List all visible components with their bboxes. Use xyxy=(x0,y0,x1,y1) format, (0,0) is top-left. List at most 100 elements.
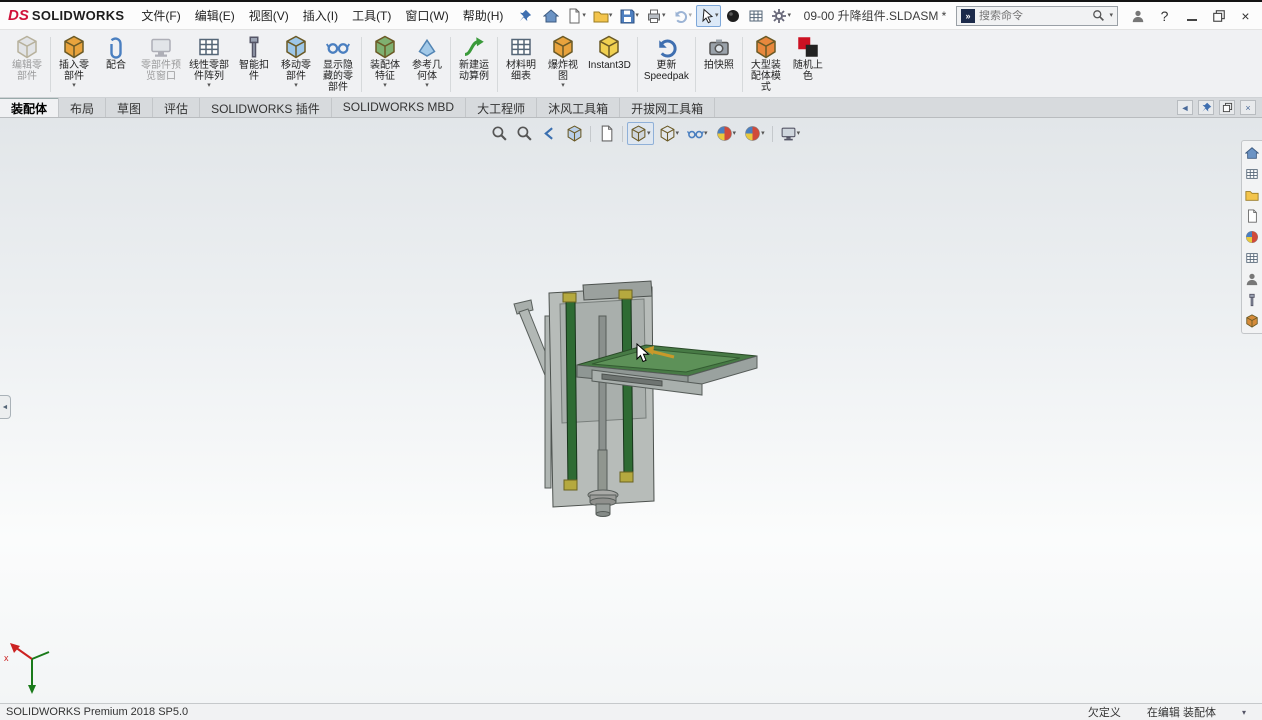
open-button[interactable]: ▾ xyxy=(590,5,616,27)
ribbon-button-component-preview[interactable]: 零部件预 览窗口 xyxy=(137,32,185,97)
menu-edit[interactable]: 编辑(E) xyxy=(188,2,242,29)
ribbon-button-assembly-features[interactable]: 装配体 特征 ▾ xyxy=(364,32,406,97)
status-right-group: 欠定义 在编辑 装配体 ▾ xyxy=(1088,704,1256,720)
menu-window[interactable]: 窗口(W) xyxy=(398,2,455,29)
ribbon-button-exploded-view[interactable]: 爆炸视 图 ▾ xyxy=(542,32,584,97)
graphics-viewport[interactable]: ▾ ▾ ▾ ▾ ▾ ▾ ◄ x xyxy=(0,118,1262,703)
taskpane-resources-button[interactable] xyxy=(1242,144,1261,162)
model-rail-left xyxy=(565,299,578,490)
ribbon-button-move-component[interactable]: 移动零 部件 ▾ xyxy=(275,32,317,97)
restore-button[interactable] xyxy=(1205,4,1232,28)
ribbon-pin-icon[interactable] xyxy=(1198,100,1214,115)
ribbon-button-update-speedpak[interactable]: 更新 Speedpak xyxy=(640,32,693,97)
ribbon-button-show-hidden-components[interactable]: 显示隐 藏的零 部件 xyxy=(317,32,359,97)
search-input[interactable] xyxy=(979,9,1089,22)
status-options-caret-icon[interactable]: ▾ xyxy=(1242,708,1246,717)
view-orientation-button[interactable]: ▾ xyxy=(627,122,654,145)
ribbon-button-label: 参考几 何体 xyxy=(412,60,442,82)
ribbon-button-new-motion-study[interactable]: 新建运 动算例 xyxy=(453,32,495,97)
tab-mufeng-toolbox[interactable]: 沐风工具箱 xyxy=(537,98,621,117)
print-button[interactable]: ▾ xyxy=(643,5,669,27)
view-palette-icon xyxy=(1245,209,1259,223)
new-document-button[interactable]: ▾ xyxy=(563,5,589,27)
menu-file[interactable]: 文件(F) xyxy=(134,2,187,29)
tab-scroll-left-icon[interactable]: ◄ xyxy=(1177,100,1193,115)
apply-scene-button[interactable]: ▾ xyxy=(741,122,768,145)
home-button[interactable] xyxy=(540,5,562,27)
custom-properties-icon xyxy=(1245,251,1259,265)
task-pane xyxy=(1241,140,1262,334)
user-account-button[interactable] xyxy=(1124,4,1151,28)
quick-access-toolbar: ▾ ▾ ▾ ▾ ▾ ▾ ▾ xyxy=(540,4,794,27)
help-button[interactable]: ? xyxy=(1151,4,1178,28)
file-properties-button[interactable] xyxy=(745,5,767,27)
previous-view-button[interactable] xyxy=(538,122,561,145)
ribbon-separator xyxy=(361,37,362,92)
ribbon-button-bill-of-materials[interactable]: 材料明 细表 xyxy=(500,32,542,97)
close-button[interactable]: × xyxy=(1232,4,1259,28)
ribbon-close-icon[interactable]: × xyxy=(1240,100,1256,115)
zoom-to-fit-button[interactable] xyxy=(488,122,511,145)
taskpane-design-library-button[interactable] xyxy=(1242,165,1261,183)
save-button[interactable]: ▾ xyxy=(616,5,642,27)
search-magnifier-icon[interactable] xyxy=(1092,9,1105,22)
search-dropdown-caret-icon[interactable]: ▾ xyxy=(1109,12,1113,19)
annotations-button[interactable] xyxy=(595,122,618,145)
taskpane-file-explorer-button[interactable] xyxy=(1242,186,1261,204)
ribbon-button-linear-pattern[interactable]: 线性零部 件阵列 ▾ xyxy=(185,32,233,97)
zoom-to-area-button[interactable] xyxy=(513,122,536,145)
tab-layout[interactable]: 布局 xyxy=(59,98,107,117)
ribbon-button-take-snapshot[interactable]: 拍快照 xyxy=(698,32,740,97)
tab-kaibawang-toolbox[interactable]: 开拔网工具箱 xyxy=(620,98,716,117)
hide-show-items-icon xyxy=(687,125,704,142)
taskpane-forum-button[interactable] xyxy=(1242,270,1261,288)
dropdown-caret-icon: ▾ xyxy=(383,82,387,89)
display-style-button[interactable]: ▾ xyxy=(656,122,683,145)
tab-assembly[interactable]: 装配体 xyxy=(0,98,60,117)
menu-pin-icon[interactable] xyxy=(515,6,535,26)
menu-tools[interactable]: 工具(T) xyxy=(345,2,398,29)
options-button[interactable]: ▾ xyxy=(768,5,794,27)
tab-evaluate[interactable]: 评估 xyxy=(153,98,201,117)
taskpane-addin-button[interactable] xyxy=(1242,312,1261,330)
ribbon-restore-icon[interactable] xyxy=(1219,100,1235,115)
minimize-button[interactable] xyxy=(1178,4,1205,28)
section-view-button[interactable] xyxy=(563,122,586,145)
ribbon-button-large-assembly-mode[interactable]: 大型装 配体模 式 xyxy=(745,32,787,97)
ribbon-button-edit-component[interactable]: 编辑零 部件 xyxy=(6,32,48,97)
tab-solidworks-addins[interactable]: SOLIDWORKS 插件 xyxy=(200,98,332,117)
view-settings-button[interactable]: ▾ xyxy=(777,122,804,145)
taskpane-appearances-button[interactable] xyxy=(1242,228,1261,246)
ribbon-button-smart-fasteners[interactable]: 智能扣 件 xyxy=(233,32,275,97)
taskpane-view-palette-button[interactable] xyxy=(1242,207,1261,225)
ribbon-button-mate[interactable]: 配合 xyxy=(95,32,137,97)
model-3d-lifting-assembly[interactable] xyxy=(0,118,1262,703)
options-gear-icon xyxy=(771,8,787,24)
ribbon-button-label: 拍快照 xyxy=(703,60,734,71)
panel-flyout-tab[interactable]: ◄ xyxy=(0,395,11,419)
undo-button[interactable]: ▾ xyxy=(669,5,695,27)
ribbon-button-label: 爆炸视 图 xyxy=(548,60,578,82)
editing-state-label: 在编辑 装配体 xyxy=(1146,707,1216,719)
select-tool-button[interactable]: ▾ xyxy=(695,4,722,27)
rebuild-button[interactable] xyxy=(722,5,744,27)
dropdown-caret-icon: ▾ xyxy=(561,82,565,89)
edit-appearance-button[interactable]: ▾ xyxy=(713,122,740,145)
menu-help[interactable]: 帮助(H) xyxy=(456,2,511,29)
hide-show-items-button[interactable]: ▾ xyxy=(684,122,711,145)
menu-insert[interactable]: 插入(I) xyxy=(296,2,345,29)
ribbon-button-instant3d[interactable]: Instant3D xyxy=(584,32,635,97)
model-block-bottom-left xyxy=(563,479,578,491)
ribbon-button-insert-component[interactable]: 插入零 部件 ▾ xyxy=(53,32,95,97)
ribbon-button-reference-geometry[interactable]: 参考几 何体 ▾ xyxy=(406,32,448,97)
command-search-box[interactable]: » ▾ xyxy=(956,5,1118,26)
tab-solidworks-mbd[interactable]: SOLIDWORKS MBD xyxy=(332,98,467,117)
logo-ds-mark: DS xyxy=(8,7,29,24)
menu-view[interactable]: 视图(V) xyxy=(242,2,296,29)
tab-dagongchengshi[interactable]: 大工程师 xyxy=(466,98,538,117)
tab-sketch[interactable]: 草图 xyxy=(106,98,154,117)
dropdown-caret-icon: ▾ xyxy=(582,12,586,19)
taskpane-tool-library-button[interactable] xyxy=(1242,291,1261,309)
ribbon-button-random-color[interactable]: 随机上 色 xyxy=(787,32,829,97)
taskpane-custom-properties-button[interactable] xyxy=(1242,249,1261,267)
